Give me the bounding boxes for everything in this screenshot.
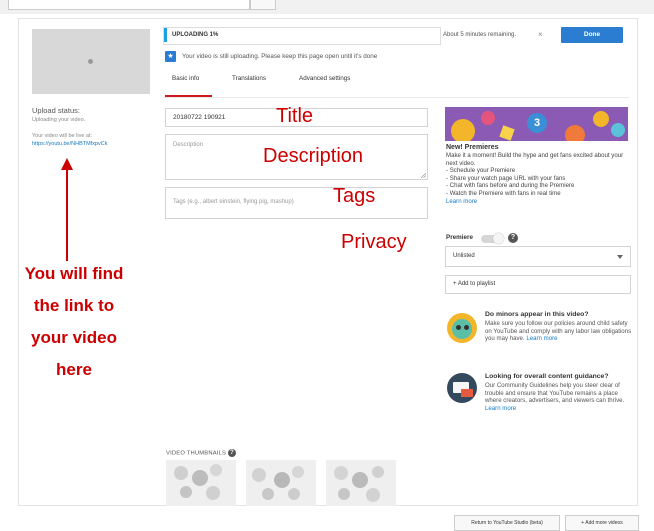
add-to-playlist-button[interactable]: + Add to playlist	[445, 275, 631, 294]
star-icon: ★	[165, 51, 176, 62]
minors-tip-title: Do minors appear in this video?	[485, 311, 589, 318]
tags-placeholder: Tags (e.g., albert einstein, flying pig,…	[173, 199, 294, 205]
video-thumbnail-option[interactable]	[246, 460, 316, 506]
upload-status-title: Upload status:	[32, 106, 80, 115]
minors-tip-icon	[447, 313, 477, 343]
description-annotation: Description	[263, 145, 364, 167]
privacy-annotation: Privacy	[341, 231, 407, 253]
premieres-bullet: - Schedule your Premiere	[446, 167, 516, 175]
guidelines-learn-more-link[interactable]: Learn more	[485, 405, 516, 412]
loading-spinner-icon	[88, 59, 93, 64]
search-input[interactable]	[8, 0, 250, 10]
tab-divider	[163, 97, 629, 98]
active-tab-indicator	[165, 95, 212, 97]
minors-learn-more-link[interactable]: Learn more	[526, 335, 557, 342]
link-annotation: You will find the link to your video her…	[0, 258, 148, 386]
live-at-text: Your video will be live at:	[32, 133, 93, 139]
tab-translations[interactable]: Translations	[232, 75, 266, 82]
minors-tip-text: Make sure you follow our policies around…	[485, 320, 632, 343]
minors-tip-body: Make sure you follow our policies around…	[485, 320, 635, 343]
add-to-playlist-label: + Add to playlist	[453, 281, 496, 287]
banner-decoration	[481, 111, 495, 125]
video-link[interactable]: https://youtu.be/NHBTMfxpvCk	[32, 141, 108, 147]
help-icon[interactable]: ?	[508, 233, 518, 243]
guidelines-tip-title: Looking for overall content guidance?	[485, 373, 609, 380]
link-note-line: here	[56, 360, 92, 379]
link-note-line: your video	[31, 328, 117, 347]
tags-field[interactable]: Tags (e.g., albert einstein, flying pig,…	[165, 187, 428, 219]
banner-decoration	[451, 119, 475, 141]
resize-handle-icon[interactable]	[421, 173, 426, 178]
video-thumbnails-title: VIDEO THUMBNAILS	[166, 450, 227, 457]
link-note-line: the link to	[33, 296, 115, 315]
premieres-title: New! Premieres	[446, 144, 499, 151]
premieres-intro: Make it a moment! Build the hype and get…	[446, 152, 624, 167]
banner-decoration	[565, 125, 585, 141]
chevron-down-icon	[617, 255, 623, 259]
privacy-selected-value: Unlisted	[453, 253, 475, 259]
video-thumbnails-label: VIDEO THUMBNAILS ?	[166, 449, 236, 457]
banner-decoration	[593, 111, 609, 127]
premiere-badge: 3	[527, 113, 547, 133]
premieres-bullet: - Share your watch page URL with your fa…	[446, 174, 566, 182]
search-button[interactable]	[250, 0, 276, 10]
video-thumbnail-option[interactable]	[166, 460, 236, 506]
video-thumbnail-option[interactable]	[326, 460, 396, 506]
tags-annotation: Tags	[333, 185, 376, 207]
upload-info-message: Your video is still uploading. Please ke…	[182, 53, 378, 60]
arrow-up-icon	[61, 158, 73, 261]
premiere-label: Premiere	[446, 234, 473, 241]
time-remaining: About 5 minutes remaining.	[443, 32, 517, 38]
tab-advanced-settings[interactable]: Advanced settings	[299, 75, 350, 82]
guidelines-tip-icon	[447, 373, 477, 403]
guidelines-tip-body: Our Community Guidelines help you steer …	[485, 382, 635, 412]
title-value: 20180722 190921	[173, 114, 226, 121]
link-note-line: You will find	[24, 264, 124, 283]
premieres-bullet: - Watch the Premiere with fans in real t…	[446, 189, 561, 197]
guidelines-tip-text: Our Community Guidelines help you steer …	[485, 382, 625, 405]
premiere-toggle-knob[interactable]	[493, 233, 504, 244]
close-icon[interactable]: ×	[538, 30, 543, 39]
upload-status-text: Uploading your video.	[32, 117, 86, 123]
premieres-bullet: - Chat with fans before and during the P…	[446, 182, 575, 190]
help-icon[interactable]: ?	[227, 449, 236, 457]
upload-progress-label: UPLOADING 1%	[172, 32, 219, 38]
privacy-select[interactable]: Unlisted	[445, 246, 631, 267]
premieres-learn-more-link[interactable]: Learn more	[446, 198, 631, 206]
tab-basic-info[interactable]: Basic info	[172, 75, 199, 82]
title-annotation: Title	[276, 105, 314, 127]
upload-progress-fill	[164, 28, 167, 42]
description-placeholder: Description	[173, 142, 204, 148]
done-button[interactable]: Done	[561, 27, 623, 43]
banner-decoration	[499, 125, 515, 141]
banner-decoration	[611, 123, 625, 137]
premieres-body: Make it a moment! Build the hype and get…	[446, 152, 631, 205]
